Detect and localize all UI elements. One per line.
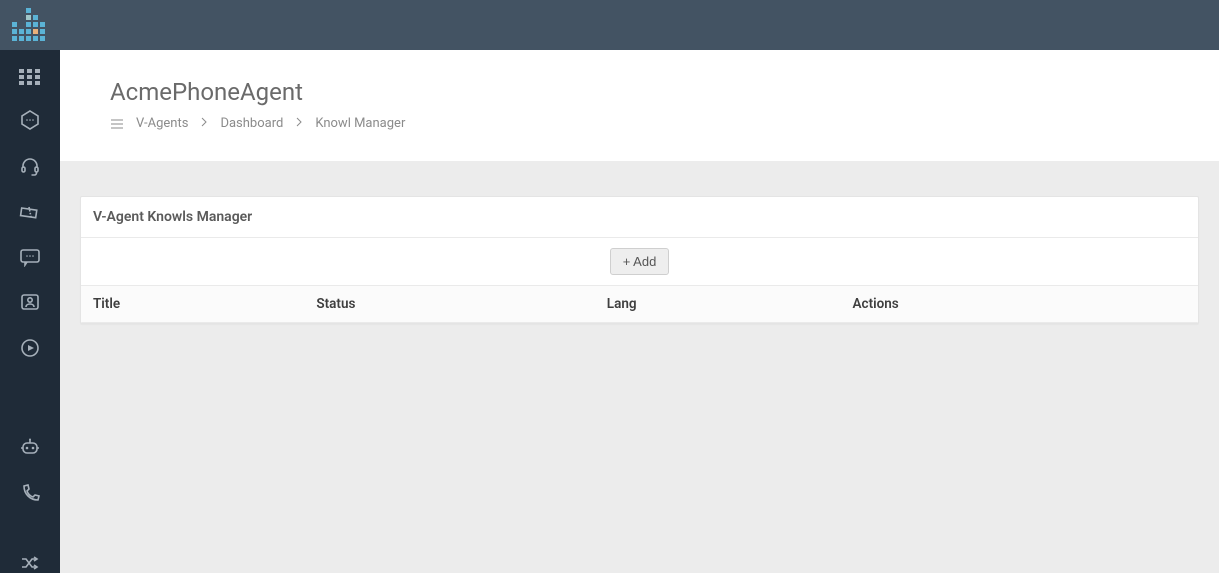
topbar	[0, 0, 1219, 50]
hexagon-chat-icon[interactable]	[18, 109, 42, 131]
breadcrumb-current: Knowl Manager	[315, 116, 405, 131]
add-button[interactable]: + Add	[610, 248, 670, 275]
content: V-Agent Knowls Manager + Add Title Statu…	[60, 161, 1219, 324]
shuffle-icon[interactable]	[18, 553, 42, 573]
apps-icon[interactable]	[18, 68, 42, 85]
panel-toolbar: + Add	[81, 238, 1198, 286]
knowls-panel: V-Agent Knowls Manager + Add Title Statu…	[80, 196, 1199, 324]
page-title: AcmePhoneAgent	[110, 78, 1189, 106]
breadcrumb-vagents[interactable]: V-Agents	[136, 116, 188, 131]
message-icon[interactable]	[18, 247, 42, 267]
table-header-row: Title Status Lang Actions	[81, 286, 1198, 323]
ticket-icon[interactable]	[18, 201, 42, 223]
menu-icon[interactable]	[110, 118, 124, 130]
robot-icon[interactable]	[18, 437, 42, 459]
contact-card-icon[interactable]	[18, 291, 42, 313]
play-circle-icon[interactable]	[18, 337, 42, 359]
headset-icon[interactable]	[18, 155, 42, 177]
main-area: AcmePhoneAgent V-Agents Dashboard Knowl …	[60, 50, 1219, 573]
chevron-right-icon	[295, 116, 303, 131]
col-title: Title	[81, 286, 304, 323]
col-status: Status	[304, 286, 594, 323]
knowls-table: Title Status Lang Actions	[81, 286, 1198, 323]
app-logo	[12, 8, 46, 42]
chevron-right-icon	[200, 116, 208, 131]
breadcrumb: V-Agents Dashboard Knowl Manager	[110, 116, 1189, 131]
phone-icon[interactable]	[18, 483, 42, 505]
breadcrumb-dashboard[interactable]: Dashboard	[220, 116, 283, 131]
col-lang: Lang	[595, 286, 841, 323]
col-actions: Actions	[841, 286, 1198, 323]
page-header: AcmePhoneAgent V-Agents Dashboard Knowl …	[60, 50, 1219, 161]
panel-title: V-Agent Knowls Manager	[81, 197, 1198, 238]
sidebar	[0, 50, 60, 573]
